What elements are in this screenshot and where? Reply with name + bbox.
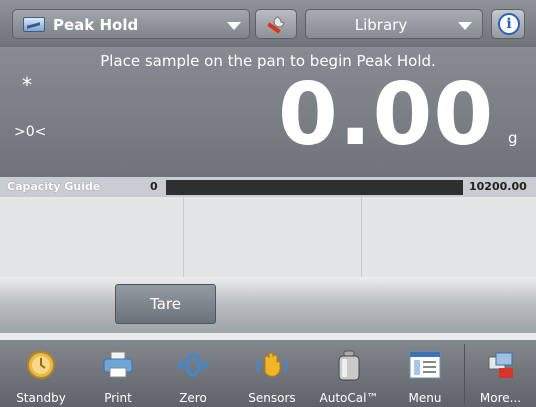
balance-screen: Peak Hold Library i Place sample on the … (0, 0, 536, 407)
capacity-guide: Capacity Guide 0 10200.00 (0, 177, 536, 197)
capacity-bar (166, 180, 463, 195)
top-bar: Peak Hold Library i (0, 0, 536, 47)
library-label: Library (354, 16, 408, 34)
menu-icon (409, 351, 441, 379)
nav-print[interactable]: Print (82, 340, 154, 407)
nav-zero[interactable]: Zero (154, 340, 232, 407)
chevron-down-icon (227, 22, 241, 30)
hand-sensor-icon (256, 352, 288, 377)
nav-label: More... (479, 391, 522, 405)
nav-more[interactable]: More... (465, 340, 536, 407)
reference-field-3 (362, 197, 536, 277)
bottom-nav: Standby Print Zero Sensors AutoCal™ Menu… (0, 340, 536, 407)
wrench-icon (267, 16, 285, 34)
info-button[interactable]: i (491, 9, 525, 39)
app-mode-icon (23, 17, 45, 32)
nav-label: Menu (408, 391, 442, 405)
nav-menu[interactable]: Menu (386, 340, 464, 407)
nav-label: Zero (179, 391, 207, 405)
action-strip (0, 277, 536, 333)
reference-fields-area (0, 197, 536, 277)
nav-standby[interactable]: Standby (0, 340, 82, 407)
library-selector[interactable]: Library (305, 9, 483, 39)
zero-icon (177, 353, 209, 377)
nav-sensors[interactable]: Sensors (232, 340, 312, 407)
capacity-guide-label: Capacity Guide (7, 180, 101, 193)
clock-icon (27, 351, 55, 379)
mode-label: Peak Hold (53, 16, 139, 34)
nav-label: Sensors (248, 391, 296, 405)
nav-label: Print (104, 391, 132, 405)
nav-divider (464, 344, 465, 404)
calibration-weight-icon (338, 350, 360, 381)
tare-button[interactable]: Tare (115, 284, 216, 324)
weight-display: Place sample on the pan to begin Peak Ho… (0, 47, 536, 177)
capacity-min: 0 (150, 180, 158, 193)
weight-unit[interactable]: g (508, 129, 518, 147)
reference-field-1 (0, 197, 184, 277)
tools-button[interactable] (255, 9, 297, 39)
nav-autocal[interactable]: AutoCal™ (312, 340, 386, 407)
printer-icon (103, 351, 133, 378)
stability-indicator: * (22, 73, 32, 97)
chevron-down-icon (458, 22, 472, 30)
info-icon: i (498, 13, 520, 35)
reference-field-2 (184, 197, 362, 277)
more-icon (488, 352, 513, 378)
weight-value: 0.00 (278, 65, 495, 165)
capacity-max: 10200.00 (469, 180, 527, 193)
center-of-zero-indicator: >0< (14, 124, 47, 140)
nav-label: Standby (16, 391, 66, 405)
nav-label: AutoCal™ (319, 391, 379, 405)
application-mode-selector[interactable]: Peak Hold (12, 9, 250, 39)
